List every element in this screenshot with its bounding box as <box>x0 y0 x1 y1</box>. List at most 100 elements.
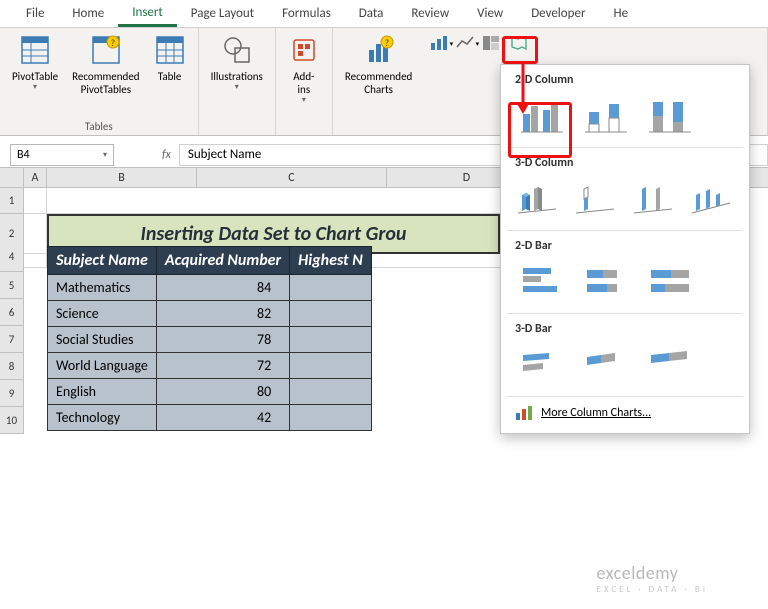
red-arrow-icon <box>514 64 532 114</box>
ribbon-tabs: File Home Insert Page Layout Formulas Da… <box>0 0 768 28</box>
cell-highest <box>290 301 372 327</box>
tab-home[interactable]: Home <box>58 2 118 25</box>
addins-label: Add- ins <box>293 70 314 96</box>
illustrations-button[interactable]: Illustrations ▾ <box>207 32 267 95</box>
svg-text:?: ? <box>111 38 115 49</box>
recommended-pivot-button[interactable]: ? Recommended PivotTables <box>68 32 143 98</box>
row-header-6[interactable]: 6 <box>0 299 24 326</box>
col-header-b[interactable]: B <box>47 168 197 187</box>
shapes-icon <box>221 34 253 66</box>
addins-icon <box>288 34 320 66</box>
row-header-1[interactable]: 1 <box>0 188 24 214</box>
cell-subject: Science <box>48 301 157 327</box>
row-header-4[interactable]: 4 <box>0 242 24 272</box>
table-label: Table <box>158 70 182 83</box>
col-highest[interactable]: Highest N <box>290 247 372 275</box>
table-button[interactable]: Table <box>150 32 190 98</box>
cell-highest <box>290 353 372 379</box>
name-box[interactable]: B4 ▾ <box>10 144 114 166</box>
stacked-column-2d[interactable] <box>579 93 635 137</box>
row-header-5[interactable]: 5 <box>0 272 24 299</box>
tab-formulas[interactable]: Formulas <box>268 2 345 25</box>
col-header-a[interactable]: A <box>24 168 47 187</box>
clustered-column-3d[interactable] <box>515 176 565 220</box>
cell-acquired: 82 <box>156 301 289 327</box>
cell-highest <box>290 275 372 301</box>
100-stacked-column-3d[interactable] <box>631 176 681 220</box>
tab-review[interactable]: Review <box>397 2 463 25</box>
column-3d[interactable] <box>689 176 739 220</box>
pivot-table-icon <box>19 34 51 66</box>
recommended-charts-button[interactable]: ? Recommended Charts <box>341 32 416 98</box>
select-all-corner[interactable] <box>0 168 24 187</box>
stacked-column-3d[interactable] <box>573 176 623 220</box>
data-table: Subject Name Acquired Number Highest N M… <box>47 246 372 431</box>
row-header-9[interactable]: 9 <box>0 380 24 407</box>
stacked-bar-2d[interactable] <box>579 259 635 303</box>
stacked-bar-3d[interactable] <box>579 342 635 386</box>
watermark-sub: EXCEL · DATA · BI <box>597 584 708 595</box>
map-chart-button[interactable] <box>507 33 531 53</box>
chevron-down-icon: ▾ <box>103 150 107 160</box>
100-stacked-bar-2d[interactable] <box>643 259 699 303</box>
tab-file[interactable]: File <box>12 2 58 25</box>
tab-insert[interactable]: Insert <box>118 1 177 27</box>
row-header-10[interactable]: 10 <box>0 407 24 434</box>
section-2d-column: 2-D Column <box>501 65 749 91</box>
group-illustrations: Illustrations ▾ <box>199 28 276 135</box>
section-3d-bar: 3-D Bar <box>501 314 749 340</box>
svg-text:?: ? <box>384 38 388 49</box>
row-header-7[interactable]: 7 <box>0 326 24 353</box>
cell-subject: Social Studies <box>48 327 157 353</box>
cell-highest <box>290 327 372 353</box>
table-row[interactable]: English80 <box>48 379 372 405</box>
hierarchy-chart-button[interactable]: ▾ <box>481 33 505 53</box>
chevron-down-icon: ▾ <box>235 83 239 93</box>
recommended-pivot-icon: ? <box>90 34 122 66</box>
more-charts-label: More Column Charts... <box>541 406 651 420</box>
cell-subject: Technology <box>48 405 157 431</box>
formula-value: Subject Name <box>188 147 261 162</box>
tab-page-layout[interactable]: Page Layout <box>177 2 268 25</box>
col-subject-name[interactable]: Subject Name <box>48 247 157 275</box>
table-row[interactable]: Social Studies78 <box>48 327 372 353</box>
chevron-down-icon: ▾ <box>33 83 37 93</box>
cell-acquired: 84 <box>156 275 289 301</box>
table-row[interactable]: Mathematics84 <box>48 275 372 301</box>
table-row[interactable]: Science82 <box>48 301 372 327</box>
column-chart-button[interactable]: ▾ <box>429 33 453 53</box>
clustered-bar-2d[interactable] <box>515 259 571 303</box>
100-stacked-bar-3d[interactable] <box>643 342 699 386</box>
cell-acquired: 72 <box>156 353 289 379</box>
cell-highest <box>290 379 372 405</box>
group-addins: Add- ins ▾ <box>276 28 333 135</box>
col-acquired-number[interactable]: Acquired Number <box>156 247 289 275</box>
tab-view[interactable]: View <box>463 2 517 25</box>
more-column-charts[interactable]: More Column Charts... <box>501 397 749 429</box>
watermark: exceldemy EXCEL · DATA · BI <box>597 562 708 595</box>
line-chart-button[interactable]: ▾ <box>455 33 479 53</box>
watermark-main: exceldemy <box>597 562 679 584</box>
tab-data[interactable]: Data <box>345 2 398 25</box>
pivot-table-button[interactable]: PivotTable ▾ <box>8 32 62 98</box>
recommended-pivot-label: Recommended PivotTables <box>72 70 139 96</box>
cell-subject: Mathematics <box>48 275 157 301</box>
name-box-value: B4 <box>17 148 30 162</box>
section-3d-column: 3-D Column <box>501 148 749 174</box>
addins-button[interactable]: Add- ins ▾ <box>284 32 324 108</box>
100-stacked-column-2d[interactable] <box>643 93 699 137</box>
group-label-tables: Tables <box>8 120 190 133</box>
recommended-charts-label: Recommended Charts <box>345 70 412 96</box>
fx-icon[interactable]: fx <box>162 148 171 162</box>
table-row[interactable]: Technology42 <box>48 405 372 431</box>
tab-developer[interactable]: Developer <box>517 2 599 25</box>
table-row[interactable]: World Language72 <box>48 353 372 379</box>
tab-help[interactable]: He <box>599 2 642 25</box>
col-header-c[interactable]: C <box>197 168 387 187</box>
clustered-bar-3d[interactable] <box>515 342 571 386</box>
cell-acquired: 42 <box>156 405 289 431</box>
cell-subject: World Language <box>48 353 157 379</box>
recommended-charts-icon: ? <box>363 34 395 66</box>
row-header-8[interactable]: 8 <box>0 353 24 380</box>
table-icon <box>154 34 186 66</box>
